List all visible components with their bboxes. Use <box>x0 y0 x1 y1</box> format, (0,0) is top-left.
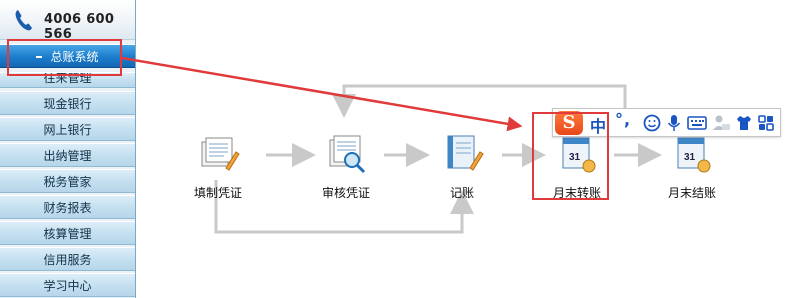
step-label: 月末结账 <box>667 186 716 200</box>
highlight-box-sidebar <box>7 39 122 76</box>
svg-text:31: 31 <box>684 152 696 163</box>
keyboard-icon[interactable] <box>687 114 707 132</box>
voucher-edit-icon <box>201 137 240 171</box>
voucher-search-icon <box>329 135 366 174</box>
annotation-arrow <box>121 56 523 132</box>
step-post[interactable]: 记账 <box>422 132 502 201</box>
shirt-icon[interactable] <box>735 114 753 132</box>
step-label: 记账 <box>449 186 474 200</box>
step-label: 审核凭证 <box>321 186 370 200</box>
step-month-end-close[interactable]: 31 月末结账 <box>652 132 732 201</box>
ime-punct-toggle[interactable]: °, <box>615 110 631 129</box>
emoji-icon[interactable] <box>643 114 661 132</box>
microphone-icon[interactable] <box>665 114 683 132</box>
calendar-icon: 31 <box>677 137 711 173</box>
step-fill-voucher[interactable]: 填制凭证 <box>178 132 258 201</box>
step-review-voucher[interactable]: 审核凭证 <box>306 132 386 201</box>
highlight-box-transfer <box>532 112 609 200</box>
user-icon[interactable] <box>711 114 731 132</box>
step-label: 填制凭证 <box>193 186 242 200</box>
ledger-book-icon <box>447 135 484 171</box>
grid-icon[interactable] <box>757 114 775 132</box>
